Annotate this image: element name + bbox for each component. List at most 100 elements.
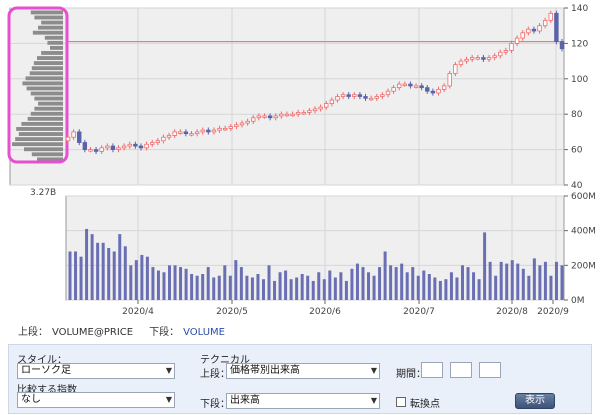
volume-bar: [361, 267, 365, 300]
candle-body: [413, 85, 419, 88]
volume-bar: [378, 267, 382, 300]
candle-body: [531, 28, 537, 32]
volume-bar: [256, 274, 260, 300]
candle-body: [335, 96, 340, 101]
volume-bar: [228, 275, 232, 300]
volume-bar: [339, 272, 343, 300]
volume-bar: [411, 267, 415, 300]
candle-body: [492, 55, 497, 58]
volume-bar: [455, 277, 459, 300]
price-y-tick-label: 100: [571, 75, 588, 85]
chevron-down-icon: ▼: [165, 395, 172, 404]
volume-bar: [543, 261, 547, 300]
candle-body: [542, 19, 548, 27]
volume-bar: [416, 275, 420, 300]
candle-body: [391, 87, 396, 92]
volume-profile-bar: [38, 25, 63, 30]
period-input-3[interactable]: [479, 362, 501, 378]
candle-body: [340, 94, 346, 97]
volume-profile-bar: [31, 66, 63, 71]
volume-bar: [433, 277, 437, 300]
caption-lower-value[interactable]: VOLUME: [183, 327, 225, 338]
candle-body: [144, 143, 149, 149]
volume-bar: [516, 263, 520, 300]
candle-body: [481, 57, 486, 60]
volume-bar: [422, 270, 426, 300]
volume-profile-bar: [34, 15, 63, 20]
candle-body: [245, 120, 250, 124]
turning-point-checkbox[interactable]: [396, 397, 406, 407]
candle-body: [251, 117, 256, 122]
volume-bar: [372, 275, 376, 300]
volume-bar: [217, 275, 221, 300]
candle-body: [217, 127, 222, 131]
volume-bar: [460, 265, 464, 300]
candle-body: [172, 131, 177, 136]
volume-profile-bar: [18, 132, 63, 136]
candle-body: [194, 131, 200, 135]
style-select[interactable]: ローソク足 ▼: [17, 363, 175, 379]
candle-body: [301, 112, 306, 115]
volume-bar: [560, 265, 564, 300]
candle-body: [509, 43, 514, 51]
volume-bar: [300, 274, 304, 300]
volume-bar: [477, 279, 481, 300]
caption-upper-value: VOLUME@PRICE: [52, 327, 134, 338]
volume-bar: [245, 275, 249, 300]
volume-profile-bar: [22, 81, 63, 86]
volume-profile-bar: [34, 106, 63, 111]
volume-bar: [212, 277, 216, 300]
candle-body: [520, 32, 525, 39]
volume-profile-bar: [38, 101, 63, 106]
candle-body: [279, 113, 284, 117]
volume-bar: [389, 265, 393, 300]
candle-body: [363, 96, 368, 99]
volume-bar: [306, 275, 310, 300]
volume-profile-bar: [32, 30, 63, 35]
technical-upper-select[interactable]: 価格帯別出来高 ▼: [226, 363, 380, 379]
candle-body: [498, 51, 503, 57]
volume-bar: [405, 272, 409, 300]
candle-body: [166, 135, 172, 138]
candle-body: [402, 83, 408, 87]
candle-body: [65, 136, 71, 142]
candle-body: [200, 129, 205, 133]
volume-bar: [201, 274, 205, 300]
candle-body: [127, 143, 132, 147]
volume-bar: [156, 270, 160, 300]
volume-bar: [118, 234, 122, 300]
candle-body: [121, 145, 127, 149]
candle-body: [436, 89, 441, 94]
candle-body: [419, 85, 424, 89]
volume-bar: [261, 279, 265, 300]
period-input-1[interactable]: [421, 362, 443, 378]
volume-bar: [499, 261, 503, 300]
candle-body: [284, 113, 290, 117]
period-input-2[interactable]: [450, 362, 472, 378]
volume-bar: [195, 275, 199, 300]
candle-body: [228, 126, 233, 129]
volume-bar: [355, 263, 359, 300]
show-button[interactable]: 表示: [515, 393, 555, 409]
candle-body: [548, 12, 553, 21]
volume-bar: [444, 279, 448, 300]
volume-bar: [168, 265, 172, 300]
candle-body: [447, 73, 452, 87]
compare-select[interactable]: なし ▼: [17, 392, 175, 408]
volume-bar: [145, 256, 149, 300]
volume-bar: [273, 280, 277, 300]
volume-bar: [151, 267, 155, 300]
volume-bar: [510, 260, 514, 300]
candle-body: [307, 110, 312, 113]
volume-bar: [317, 272, 321, 300]
candle-body: [105, 145, 110, 149]
volume-bar: [328, 270, 332, 300]
volume-bar: [123, 246, 127, 300]
candle-body: [88, 149, 93, 152]
candle-body: [133, 143, 138, 147]
candle-body: [206, 129, 211, 133]
volume-bar: [179, 267, 183, 300]
technical-lower-select[interactable]: 出来高 ▼: [226, 393, 380, 409]
date-tick-label: 2020/6: [309, 307, 341, 317]
volume-bar: [101, 242, 105, 300]
